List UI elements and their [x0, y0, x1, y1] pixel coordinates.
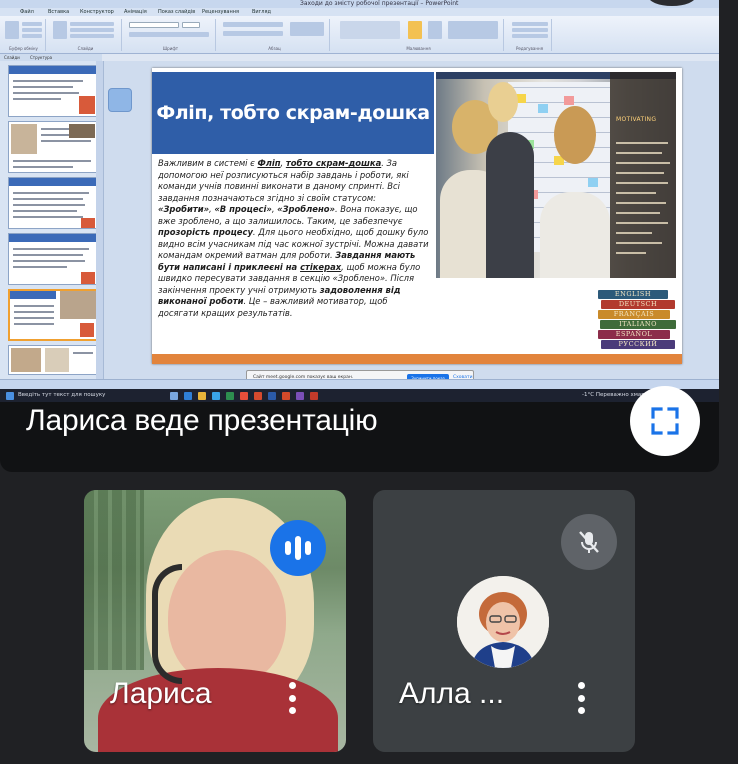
book: ITALIANO [600, 320, 676, 329]
outline-tab-outline: Структура [30, 55, 53, 60]
slide-thumbnail [8, 65, 98, 117]
ribbon-group-clipboard: Буфер обміну [2, 19, 46, 51]
book: ENGLISH [598, 290, 668, 299]
headset [152, 564, 182, 684]
taskbar-app-icon [184, 392, 192, 400]
taskbar-app-icon [212, 392, 220, 400]
taskbar-app-icon [296, 392, 304, 400]
participant-tile-larysa[interactable]: Лариса [84, 490, 346, 752]
slide-thumbnail [8, 233, 98, 285]
outline-tab-slides: Слайди [4, 55, 20, 60]
fullscreen-icon [651, 407, 679, 435]
slide-title-bar: Фліп, тобто скрам-дошка [152, 72, 434, 154]
ribbon-tab: Вставка [48, 9, 70, 15]
ribbon-group-drawing: Малювання [334, 19, 504, 51]
taskbar-app-icon [198, 392, 206, 400]
slide-nav-icon [108, 88, 132, 112]
taskbar-app-icon [170, 392, 178, 400]
motivating-overlay: MOTIVATING [610, 72, 676, 278]
slide-thumbnail [8, 345, 98, 375]
photo-caption: MOTIVATING [616, 116, 657, 123]
more-options-button[interactable] [571, 678, 591, 718]
app-status-bar [0, 379, 719, 389]
taskbar-app-icon [282, 392, 290, 400]
audio-level-icon [270, 520, 326, 576]
shared-screen-tile[interactable]: Заходи до змісту робочої презентації – P… [0, 0, 719, 472]
taskbar-app-icon [226, 392, 234, 400]
shared-screen-content: Заходи до змісту робочої презентації – P… [0, 0, 719, 402]
ribbon-group-font: Шрифт [126, 19, 216, 51]
ribbon-tab: Файл [20, 9, 34, 15]
taskbar-app-icon [310, 392, 318, 400]
current-slide: Фліп, тобто скрам-дошка MOTIVATING Важли… [152, 68, 682, 364]
participant-name: Лариса [110, 677, 212, 710]
taskbar-app-icon [254, 392, 262, 400]
book: ESPAÑOL [598, 330, 670, 339]
ribbon-group-paragraph: Абзац [220, 19, 330, 51]
slide-body-text: Важливим в системі є Фліп, тобто скрам-д… [158, 158, 429, 318]
video-background [84, 490, 144, 670]
slide-photo: MOTIVATING [436, 72, 676, 278]
participant-name: Алла ... [399, 677, 505, 710]
more-vert-icon [288, 682, 296, 689]
thumbnail-scrollbar [96, 61, 103, 379]
taskbar-app-icon [268, 392, 276, 400]
slide-title: Фліп, тобто скрам-дошка [156, 102, 430, 124]
ribbon-tab: Рецензування [202, 9, 240, 15]
windows-start-icon [6, 392, 14, 400]
taskbar-search-text: Введіть тут текст для пошуку [18, 392, 106, 398]
slide-footer-bar [152, 354, 682, 364]
ribbon-group-slides: Слайди [50, 19, 122, 51]
mic-off-indicator [561, 514, 617, 570]
window-title: Заходи до змісту робочої презентації – P… [300, 0, 459, 7]
ribbon-tab: Вигляд [252, 9, 271, 15]
participant-tile-alla[interactable]: Алла ... [373, 490, 635, 752]
ribbon-toolbar: Буфер обміну Слайди Шрифт Абзац Малюванн… [0, 16, 719, 54]
ribbon-tab: Конструктор [80, 9, 114, 15]
mic-off-icon [579, 531, 599, 553]
ribbon-tab: Показ слайдів [158, 9, 196, 15]
presenter-label: Лариса веде презентацію [26, 404, 378, 437]
os-taskbar: Введіть тут текст для пошуку -1°C Перева… [0, 389, 719, 402]
outline-tabs: Слайди Структура [0, 54, 102, 61]
more-options-button[interactable] [282, 678, 302, 718]
ribbon-tabs: Файл Вставка Конструктор Анімація Показ … [0, 8, 719, 16]
slide-thumbnails-panel [0, 61, 104, 379]
language-books-image: ENGLISH DEUTSCH FRANÇAIS ITALIANO ESPAÑO… [598, 284, 676, 354]
slide-thumbnail-active [8, 289, 98, 341]
ribbon-tab: Анімація [124, 9, 147, 15]
ribbon-group-editing: Редагування [508, 19, 552, 51]
book: FRANÇAIS [598, 310, 670, 319]
taskbar-app-icon [240, 392, 248, 400]
book: DEUTSCH [601, 300, 675, 309]
book: РУССКИЙ [601, 340, 675, 349]
more-vert-icon [577, 682, 585, 689]
slide-thumbnail [8, 121, 98, 173]
avatar [457, 576, 549, 668]
window-title-bar: Заходи до змісту робочої презентації – P… [0, 0, 719, 8]
slide-thumbnail [8, 177, 98, 229]
fullscreen-button[interactable] [630, 386, 700, 456]
